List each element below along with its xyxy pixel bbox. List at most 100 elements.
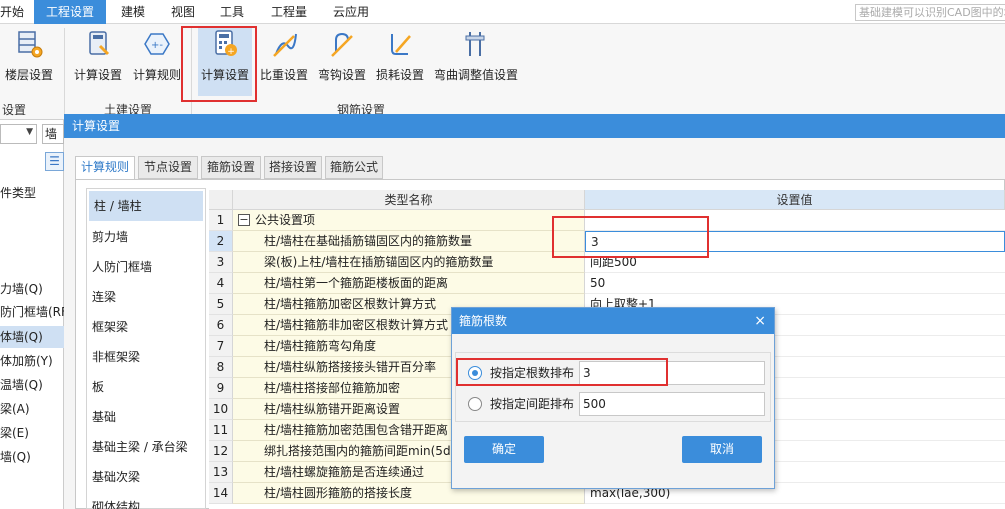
calc-rules-icon: +- [144, 33, 170, 55]
menu-cloud[interactable]: 云应用 [333, 0, 373, 24]
row-number: 10 [209, 399, 233, 420]
row-number: 12 [209, 441, 233, 462]
menu-bar: 开始 工程设置 建模 视图 工具 工程量 云应用 基础建模可以识别CAD图中的墙 [0, 0, 1005, 24]
tree-item[interactable]: 梁(E) [0, 422, 64, 444]
tab-stirrup-settings[interactable]: 箍筋设置 [201, 156, 261, 179]
loss-settings-button[interactable]: 损耗设置 [374, 26, 426, 88]
category-list: 柱 / 墙柱 剪力墙 人防门框墙 连梁 框架梁 非框架梁 板 基础 基础主梁 /… [86, 188, 206, 509]
tree-item[interactable]: 墙(Q) [0, 446, 64, 468]
menu-quantity[interactable]: 工程量 [271, 0, 311, 24]
ok-button[interactable]: 确定 [464, 436, 544, 463]
menu-modeling[interactable]: 建模 [121, 0, 151, 24]
table-header-num [209, 190, 233, 210]
hook-settings-button[interactable]: 弯钩设置 [316, 26, 368, 88]
bend-adjust-label: 弯曲调整值设置 [433, 68, 518, 82]
search-input[interactable]: 基础建模可以识别CAD图中的墙 [855, 4, 1005, 21]
popup-title: 箍筋根数 [452, 308, 774, 334]
type-combo[interactable]: 墙 [42, 124, 64, 144]
menu-view[interactable]: 视图 [171, 0, 201, 24]
category-item[interactable]: 非框架梁 [87, 342, 205, 372]
dialog-title: 计算设置 [64, 114, 1005, 138]
table-header-name: 类型名称 [233, 190, 585, 210]
row-name: 柱/墙柱在基础插筋锚固区内的箍筋数量 [233, 231, 585, 252]
row-name: 梁(板)上柱/墙柱在插筋锚固区内的箍筋数量 [233, 252, 585, 273]
category-item[interactable]: 剪力墙 [87, 222, 205, 252]
row-number: 11 [209, 420, 233, 441]
floor-combo[interactable]: ▼ [0, 124, 37, 144]
category-item[interactable]: 基础次梁 [87, 462, 205, 492]
cancel-button[interactable]: 取消 [682, 436, 762, 463]
category-item[interactable]: 柱 / 墙柱 [89, 191, 203, 221]
menu-tools[interactable]: 工具 [220, 0, 250, 24]
tree-item[interactable]: 体加筋(Y) [0, 350, 64, 372]
row-number: 13 [209, 462, 233, 483]
ribbon: 楼层设置 计算设置 +- 计算规则 + 计算设置 比重设置 弯钩设置 损耗设置 … [0, 24, 1005, 120]
tree-item[interactable]: 力墙(Q) [0, 278, 64, 300]
tree-item[interactable]: 梁(A) [0, 398, 64, 420]
civil-calc-settings-button[interactable]: 计算设置 [70, 26, 126, 88]
highlight-rebar-calc-settings [181, 26, 257, 102]
row-number: 2 [209, 231, 233, 252]
tab-stirrup-formula[interactable]: 箍筋公式 [325, 156, 383, 179]
row-number: 4 [209, 273, 233, 294]
row-number: 9 [209, 378, 233, 399]
hook-settings-label: 弯钩设置 [317, 68, 366, 82]
floor-settings-button[interactable]: 楼层设置 [2, 26, 56, 88]
category-item[interactable]: 人防门框墙 [87, 252, 205, 282]
group-label-settings: 设置 [2, 103, 27, 117]
row-number: 3 [209, 252, 233, 273]
density-settings-icon [273, 33, 297, 57]
row-number: 7 [209, 336, 233, 357]
collapse-icon[interactable]: − [238, 214, 250, 226]
tree-item[interactable]: 防门框墙(RF) [0, 301, 64, 323]
category-item[interactable]: 基础 [87, 402, 205, 432]
calc-settings-icon [89, 31, 110, 56]
option-by-spacing-label: 按指定间距排布 [490, 397, 575, 411]
tab-node-settings[interactable]: 节点设置 [138, 156, 198, 179]
tab-calc-rules[interactable]: 计算规则 [75, 156, 135, 180]
row-number: 1 [209, 210, 233, 231]
loss-settings-icon [391, 34, 411, 55]
tree-item[interactable]: 温墙(Q) [0, 374, 64, 396]
civil-calc-settings-label: 计算设置 [73, 68, 122, 82]
table-row[interactable]: 4 柱/墙柱第一个箍筋距楼板面的距离 50 [209, 273, 1005, 294]
floor-settings-icon [18, 31, 43, 58]
close-icon[interactable]: × [754, 308, 766, 334]
highlight-value-cell [552, 216, 709, 258]
table-header-value: 设置值 [585, 190, 1005, 210]
category-item[interactable]: 连梁 [87, 282, 205, 312]
density-settings-label: 比重设置 [259, 68, 308, 82]
category-item[interactable]: 砌体结构 [87, 492, 205, 509]
calc-rules-label: 计算规则 [132, 68, 181, 82]
group-separator [64, 28, 65, 114]
row-name: 柱/墙柱第一个箍筋距楼板面的距离 [233, 273, 585, 294]
left-panel: ▼ 墙 ☰ 件类型 力墙(Q) 防门框墙(RF) 体墙(Q) 体加筋(Y) 温墙… [0, 120, 64, 509]
radio-unselected-icon[interactable] [468, 397, 482, 411]
menu-project-settings[interactable]: 工程设置 [34, 0, 106, 24]
tree-item[interactable]: 件类型 [0, 182, 64, 204]
bend-adjust-button[interactable]: 弯曲调整值设置 [432, 26, 520, 88]
menu-start[interactable]: 开始 [0, 0, 26, 24]
category-item[interactable]: 基础主梁 / 承台梁 [87, 432, 205, 462]
row-number: 14 [209, 483, 233, 504]
bend-adjust-icon [465, 32, 485, 56]
row-number: 8 [209, 357, 233, 378]
row-number: 5 [209, 294, 233, 315]
hook-settings-icon [331, 32, 353, 57]
svg-text:+-: +- [151, 40, 163, 51]
chevron-down-icon: ▼ [26, 127, 33, 137]
tab-lap-settings[interactable]: 搭接设置 [264, 156, 322, 179]
calc-rules-button[interactable]: +- 计算规则 [130, 26, 184, 88]
list-view-icon[interactable]: ☰ [45, 152, 64, 171]
loss-settings-label: 损耗设置 [375, 68, 424, 82]
tree-item[interactable]: 体墙(Q) [0, 326, 64, 348]
spacing-input[interactable]: 500 [579, 392, 765, 416]
row-name: − 公共设置项 [233, 210, 585, 231]
row-value[interactable]: 50 [585, 273, 1005, 294]
stirrup-count-popup: 箍筋根数 × 按指定根数排布 3 按指定间距排布 500 确定 取消 [451, 307, 775, 489]
density-settings-button[interactable]: 比重设置 [258, 26, 310, 88]
category-item[interactable]: 板 [87, 372, 205, 402]
category-item[interactable]: 框架梁 [87, 312, 205, 342]
highlight-by-count-option [456, 358, 668, 386]
floor-settings-label: 楼层设置 [4, 68, 53, 82]
